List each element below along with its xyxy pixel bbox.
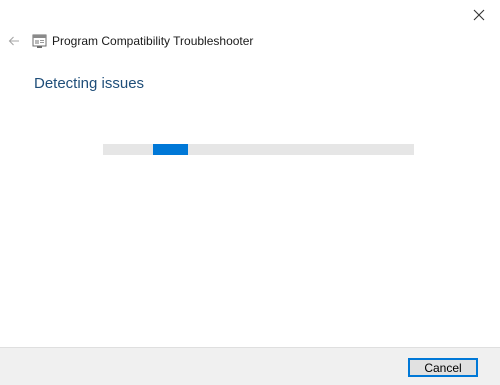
title-bar: Program Compatibility Troubleshooter	[0, 30, 500, 52]
back-button[interactable]	[5, 32, 23, 50]
page-heading: Detecting issues	[34, 75, 145, 92]
progress-indicator	[153, 144, 188, 155]
close-icon	[473, 9, 485, 21]
cancel-button[interactable]: Cancel	[408, 358, 478, 377]
progress-bar	[103, 144, 414, 155]
troubleshooter-app-icon	[32, 34, 47, 48]
troubleshooter-window: Program Compatibility Troubleshooter Det…	[0, 0, 500, 385]
footer-bar: Cancel	[0, 347, 500, 385]
close-button[interactable]	[468, 4, 490, 26]
app-title: Program Compatibility Troubleshooter	[52, 34, 254, 48]
back-arrow-icon	[8, 36, 19, 46]
